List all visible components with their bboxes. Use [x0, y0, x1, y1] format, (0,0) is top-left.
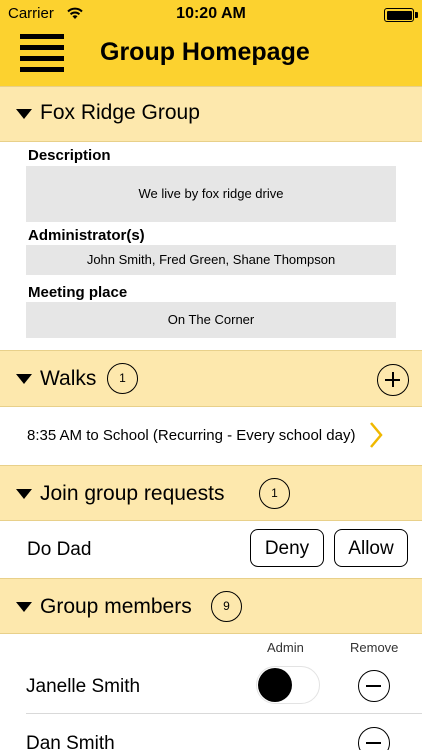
requester-name: Do Dad — [27, 539, 92, 560]
walk-label: 8:35 AM to School (Recurring - Every sch… — [27, 427, 356, 444]
allow-button[interactable]: Allow — [334, 529, 408, 567]
status-bar: Carrier 10:20 AM — [0, 0, 422, 30]
administrators-label: Administrator(s) — [28, 227, 145, 244]
admin-toggle[interactable] — [256, 666, 320, 704]
description-value: We live by fox ridge drive — [26, 166, 396, 222]
members-count-badge: 9 — [211, 591, 242, 622]
toggle-knob — [258, 668, 292, 702]
description-label: Description — [28, 147, 111, 164]
minus-circle-icon[interactable] — [358, 670, 390, 702]
admin-column-header: Admin — [267, 640, 304, 655]
walk-row[interactable]: 8:35 AM to School (Recurring - Every sch… — [0, 407, 422, 465]
deny-button[interactable]: Deny — [250, 529, 324, 567]
walks-count-badge: 1 — [107, 363, 138, 394]
disclosure-triangle-icon — [16, 602, 32, 612]
plus-circle-icon[interactable] — [377, 364, 409, 396]
hamburger-menu-icon[interactable] — [20, 34, 64, 72]
chevron-right-icon[interactable] — [369, 421, 383, 449]
member-row: Janelle Smith — [0, 660, 422, 713]
disclosure-triangle-icon — [16, 374, 32, 384]
members-section-header[interactable]: Group members 9 — [0, 578, 422, 634]
administrators-value: John Smith, Fred Green, Shane Thompson — [26, 245, 396, 275]
join-requests-title: Join group requests — [40, 482, 225, 505]
battery-tip — [415, 12, 418, 18]
walks-title: Walks — [40, 367, 97, 390]
join-requests-section-header[interactable]: Join group requests 1 — [0, 465, 422, 521]
minus-circle-icon[interactable] — [358, 727, 390, 750]
clock-time: 10:20 AM — [176, 5, 246, 22]
member-name: Janelle Smith — [26, 676, 141, 697]
disclosure-triangle-icon — [16, 489, 32, 499]
group-name: Fox Ridge Group — [40, 101, 200, 124]
remove-column-header: Remove — [350, 640, 399, 655]
join-request-row: Do Dad Deny Allow — [0, 521, 422, 578]
page-title: Group Homepage — [100, 38, 310, 66]
top-bar: Carrier 10:20 AM Group Homepage — [0, 0, 422, 86]
member-name: Dan Smith — [26, 733, 115, 750]
members-title: Group members — [40, 595, 192, 618]
battery-icon — [384, 8, 414, 22]
meeting-place-value: On The Corner — [26, 302, 396, 338]
disclosure-triangle-icon — [16, 109, 32, 119]
meeting-place-label: Meeting place — [28, 284, 128, 301]
join-requests-count-badge: 1 — [259, 478, 290, 509]
member-row: Dan Smith — [0, 714, 422, 750]
group-section-header[interactable]: Fox Ridge Group — [0, 86, 422, 142]
walks-section-header[interactable]: Walks 1 — [0, 350, 422, 407]
